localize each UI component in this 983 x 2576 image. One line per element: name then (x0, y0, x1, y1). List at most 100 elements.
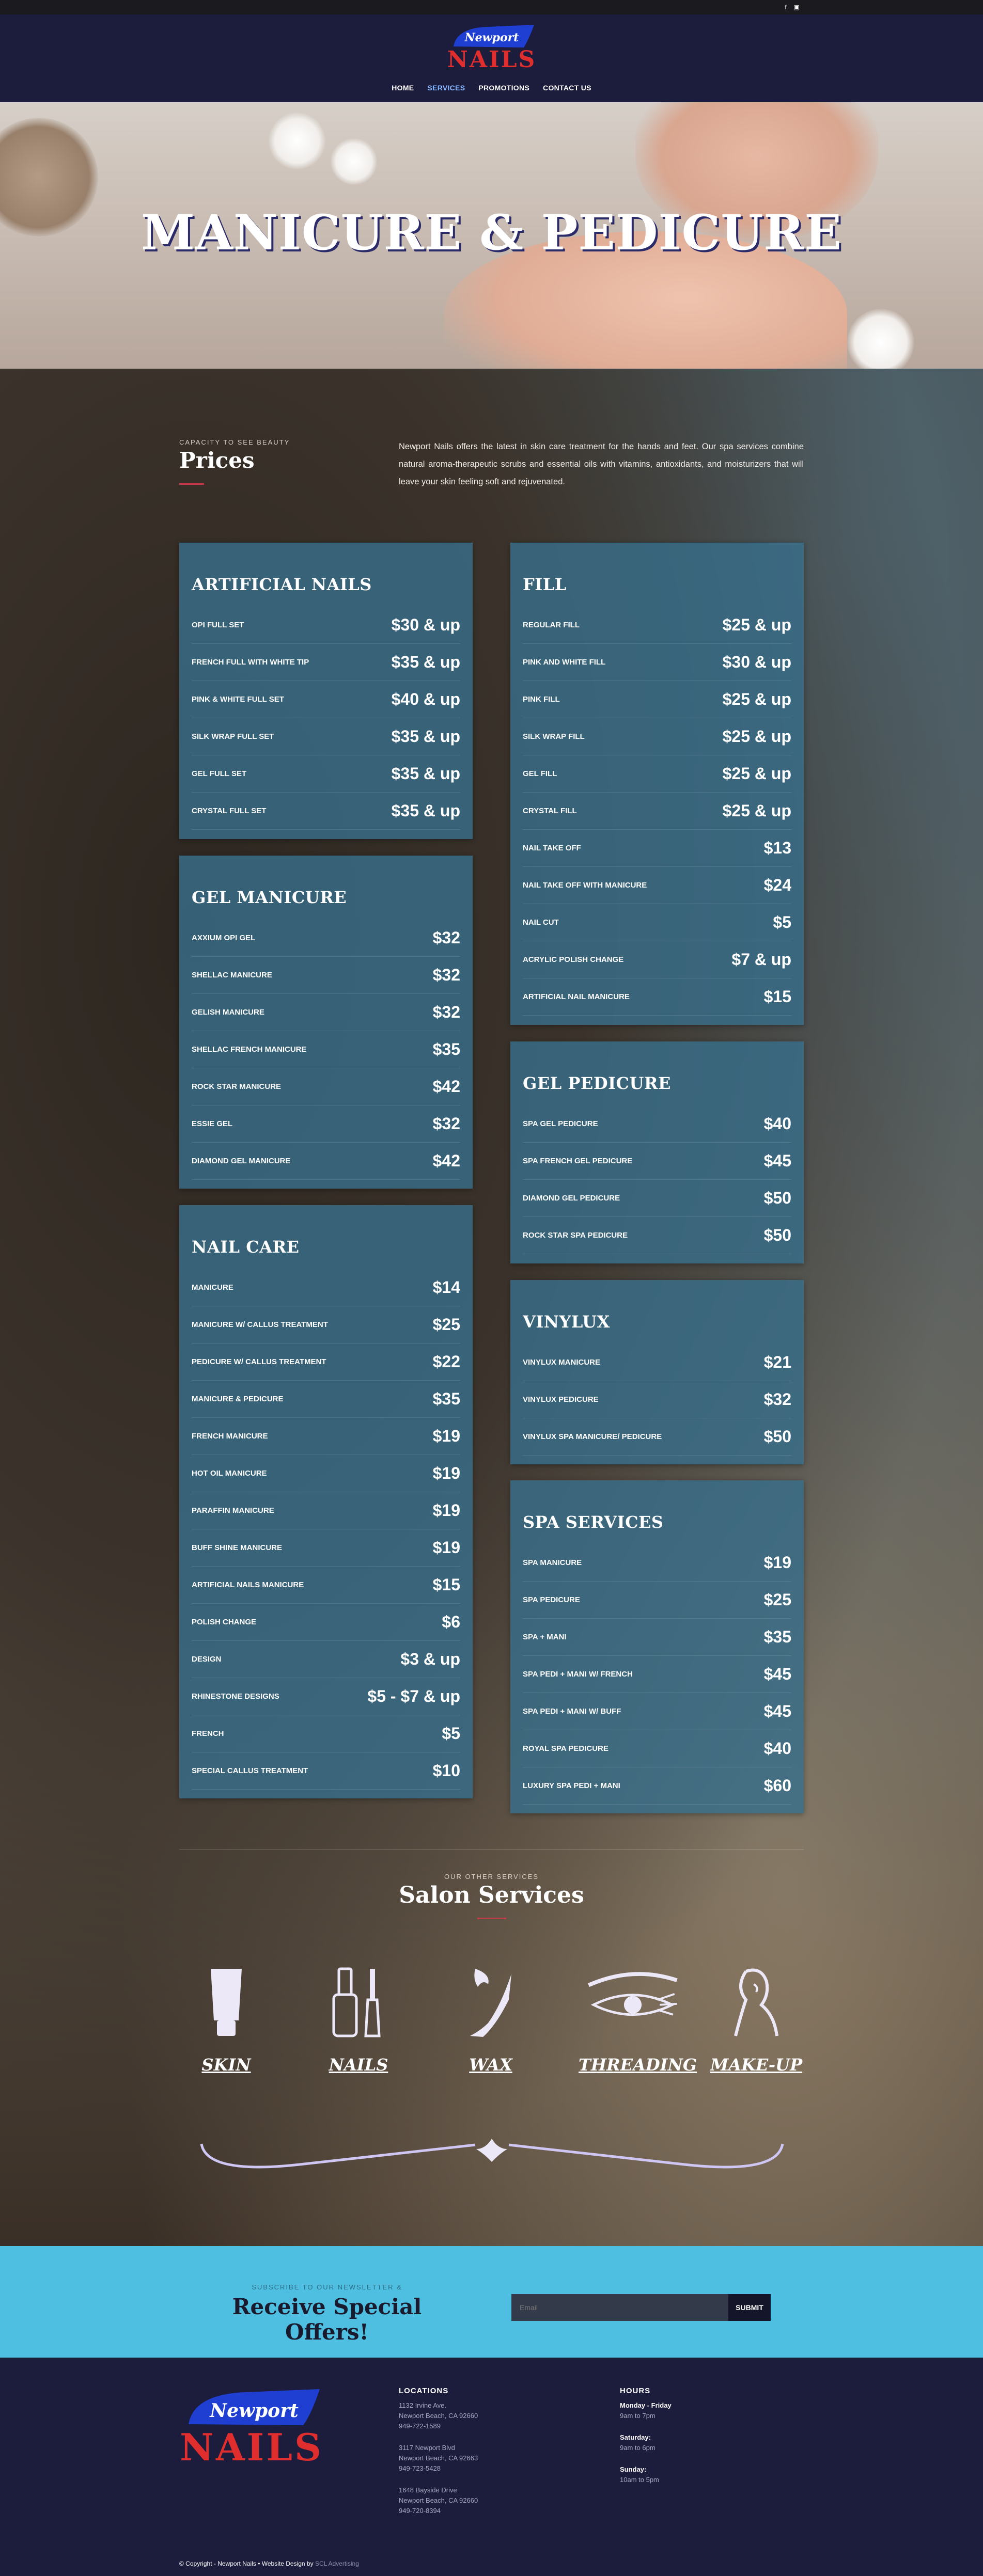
price-row: RHINESTONE DESIGNS $5 - $7 & up (192, 1678, 460, 1715)
service-name: GEL FILL (523, 769, 557, 778)
service-name: SHELLAC MANICURE (192, 971, 272, 979)
price-row: ROYAL SPA PEDICURE $40 (523, 1730, 791, 1767)
service-skin[interactable]: SKIN (175, 1964, 278, 2075)
service-name: FRENCH MANICURE (192, 1432, 268, 1441)
facebook-icon[interactable]: f (785, 4, 786, 10)
phone-link[interactable]: 949-722-1589 (399, 2421, 478, 2431)
hero-title: MANICURE & PEDICURE (141, 204, 842, 261)
site-footer (0, 2358, 983, 2576)
card-title: VINYLUX (523, 1312, 610, 1332)
newsletter-kicker: SUBSCRIBE TO OUR NEWSLETTER & (252, 2283, 402, 2291)
service-label[interactable]: WAX (439, 2055, 542, 2075)
service-name: VINYLUX SPA MANICURE/ PEDICURE (523, 1432, 662, 1441)
card-title: GEL MANICURE (192, 888, 347, 907)
service-make-up[interactable]: MAKE-UP (705, 1964, 808, 2075)
title-underline (179, 483, 204, 485)
price-row: BUFF SHINE MANICURE $19 (192, 1529, 460, 1567)
service-price: $25 (763, 1590, 791, 1609)
service-name: MANICURE & PEDICURE (192, 1395, 284, 1403)
service-name: SHELLAC FRENCH MANICURE (192, 1045, 307, 1054)
logo[interactable]: Newport NAILS (446, 24, 537, 71)
service-price: $3 & up (400, 1650, 460, 1668)
address-line: 1132 Irvine Ave. (399, 2401, 447, 2409)
top-bar: f ▣ (0, 0, 983, 14)
card-nail-care: NAIL CARE MANICURE $14 MANICURE W/ CALLUS T… (179, 1205, 473, 1798)
main-nav: HOME SERVICES PROMOTIONS CONTACT US (0, 84, 983, 92)
price-row: SPA PEDICURE $25 (523, 1582, 791, 1619)
service-price: $24 (763, 876, 791, 894)
service-price: $32 (432, 966, 460, 984)
decorative-swirl-divider (200, 2139, 784, 2169)
email-field[interactable] (511, 2294, 728, 2321)
card-artificial-nails: ARTIFICIAL NAILS OPI FULL SET $30 & up FREN… (179, 543, 473, 839)
card-fill: FILL REGULAR FILL $25 & up PINK AND WHITE F… (510, 543, 804, 1025)
service-price: $35 & up (391, 764, 460, 783)
price-row: PINK & WHITE FULL SET $40 & up (192, 681, 460, 718)
makeup-face-icon (734, 1968, 778, 2036)
service-label[interactable]: NAILS (307, 2055, 410, 2075)
service-name: ACRYLIC POLISH CHANGE (523, 955, 624, 964)
service-name: HOT OIL MANICURE (192, 1469, 267, 1478)
card-gel-manicure: GEL MANICURE AXXIUM OPI GEL $32 SHELLAC MAN… (179, 856, 473, 1189)
phone-link[interactable]: 949-723-5428 (399, 2463, 478, 2474)
price-row: ARTIFICIAL NAIL MANICURE $15 (523, 978, 791, 1016)
service-name: REGULAR FILL (523, 621, 580, 629)
card-title: SPA SERVICES (523, 1512, 664, 1532)
service-name: DESIGN (192, 1655, 222, 1664)
designer-link[interactable]: SCL Advertising (315, 2560, 359, 2567)
service-name: ROCK STAR MANICURE (192, 1082, 282, 1091)
instagram-icon[interactable]: ▣ (794, 4, 800, 10)
price-row: MANICURE $14 (192, 1269, 460, 1306)
phone-link[interactable]: 949-720-8394 (399, 2506, 478, 2516)
service-price: $19 (763, 1553, 791, 1572)
service-name: ARTIFICIAL NAIL MANICURE (523, 992, 630, 1001)
service-price: $13 (763, 839, 791, 857)
card-spa-services: SPA SERVICES SPA MANICURE $19 SPA PEDICURE $… (510, 1480, 804, 1813)
service-price: $25 & up (722, 801, 791, 820)
service-label[interactable]: SKIN (175, 2055, 278, 2075)
prices-intro-text: Newport Nails offers the latest in skin … (399, 442, 804, 486)
service-price: $25 & up (722, 615, 791, 634)
price-row: AXXIUM OPI GEL $32 (192, 920, 460, 957)
nav-services[interactable]: SERVICES (427, 84, 465, 92)
service-price: $32 (432, 1114, 460, 1133)
price-row: GEL FULL SET $35 & up (192, 755, 460, 793)
service-threading[interactable]: THREADING (579, 1964, 697, 2075)
service-name: NAIL TAKE OFF WITH MANICURE (523, 881, 647, 890)
service-label[interactable]: MAKE-UP (705, 2055, 808, 2075)
submit-button[interactable]: SUBMIT (728, 2294, 771, 2321)
logo-word: NAILS (447, 46, 537, 71)
service-name: GELISH MANICURE (192, 1008, 264, 1017)
service-price: $42 (432, 1077, 460, 1096)
service-nails[interactable]: NAILS (307, 1964, 410, 2075)
address-line: Newport Beach, CA 92660 (399, 2496, 478, 2504)
price-row: DIAMOND GEL PEDICURE $50 (523, 1180, 791, 1217)
salon-title: Salon Services (399, 1882, 584, 1908)
service-price: $10 (432, 1761, 460, 1780)
service-label[interactable]: THREADING (579, 2055, 697, 2075)
hours-time: 9am to 6pm (620, 2444, 656, 2452)
service-name: ROCK STAR SPA PEDICURE (523, 1231, 628, 1240)
nav-home[interactable]: HOME (392, 84, 414, 92)
price-row: SPA + MANI $35 (523, 1619, 791, 1656)
price-row: ARTIFICIAL NAILS MANICURE $15 (192, 1567, 460, 1604)
service-wax[interactable]: WAX (439, 1964, 542, 2075)
price-row: SPA GEL PEDICURE $40 (523, 1105, 791, 1143)
hero-flower-image (331, 138, 377, 185)
service-name: MANICURE (192, 1283, 233, 1292)
footer-logo[interactable]: Newport NAILS (179, 2388, 324, 2466)
service-name: POLISH CHANGE (192, 1618, 257, 1626)
price-row: MANICURE & PEDICURE $35 (192, 1381, 460, 1418)
service-price: $35 & up (391, 727, 460, 746)
service-name: PARAFFIN MANICURE (192, 1506, 274, 1515)
price-row: OPI FULL SET $30 & up (192, 607, 460, 644)
service-name: PINK FILL (523, 695, 560, 704)
service-name: PINK & WHITE FULL SET (192, 695, 284, 704)
price-row: ACRYLIC POLISH CHANGE $7 & up (523, 941, 791, 978)
address-line: 3117 Newport Blvd (399, 2444, 455, 2452)
service-name: SPECIAL CALLUS TREATMENT (192, 1766, 308, 1775)
card-title: FILL (523, 575, 567, 594)
nav-promotions[interactable]: PROMOTIONS (478, 84, 529, 92)
nav-contact-us[interactable]: CONTACT US (543, 84, 591, 92)
service-name: OPI FULL SET (192, 621, 244, 629)
